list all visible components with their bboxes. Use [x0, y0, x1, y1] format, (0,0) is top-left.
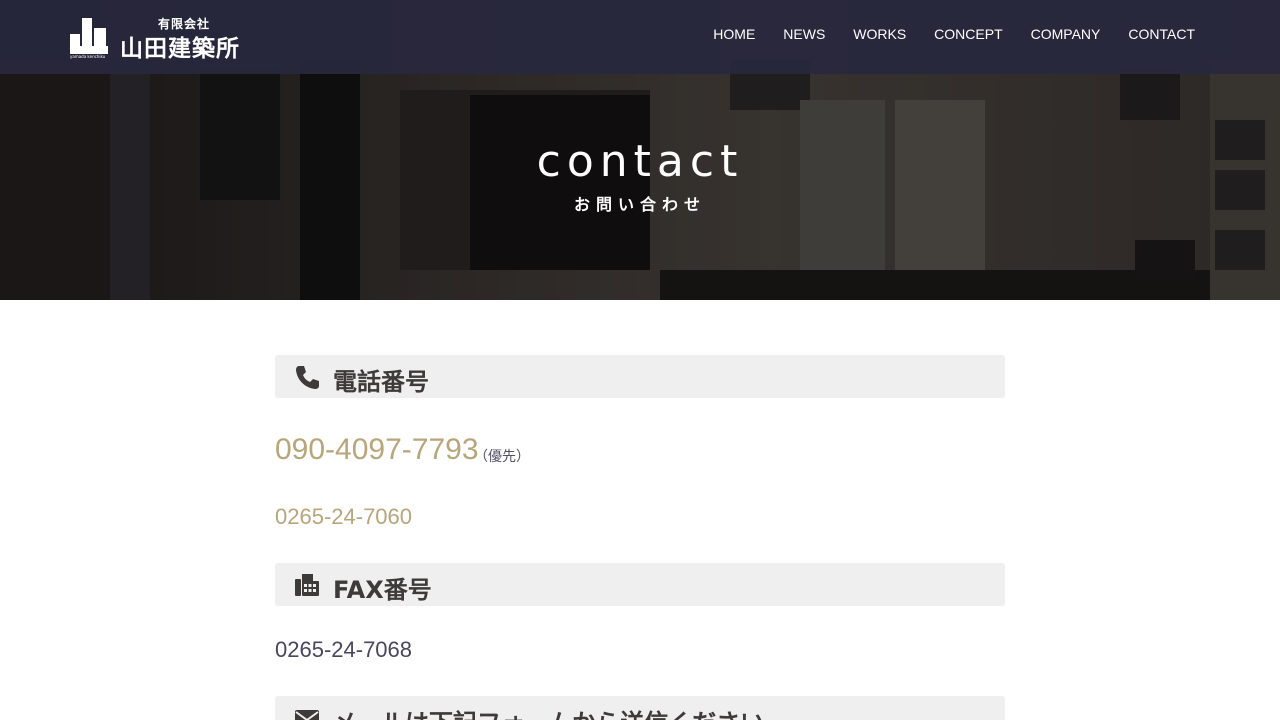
logo-company-name: 山田建築所	[120, 36, 240, 62]
logo-romaji: yamada kenchiku	[70, 54, 106, 59]
nav-concept[interactable]: CONCEPT	[934, 26, 1002, 42]
mail-section-header: メールは下記フォームから送信ください	[275, 696, 1005, 720]
envelope-icon	[295, 710, 319, 720]
page-subtitle: お問い合わせ	[573, 195, 706, 214]
fax-section-title: FAX番号	[333, 576, 432, 604]
phone-section-header: 電話番号	[275, 355, 1005, 398]
main-nav: HOME NEWS WORKS CONCEPT COMPANY CONTACT	[685, 26, 1195, 42]
fax-icon	[295, 574, 319, 596]
page-title: contact	[536, 136, 744, 187]
nav-home[interactable]: HOME	[713, 26, 755, 42]
fax-section-header: FAX番号	[275, 563, 1005, 606]
mail-section-title: メールは下記フォームから送信ください	[333, 703, 764, 720]
nav-contact[interactable]: CONTACT	[1128, 26, 1195, 42]
phone-secondary-link[interactable]: 0265-24-7060	[275, 504, 412, 530]
phone-primary-link[interactable]: 090-4097-7793	[275, 433, 479, 467]
logo-building-icon	[70, 18, 108, 54]
phone-primary-note: （優先）	[474, 449, 530, 465]
nav-news[interactable]: NEWS	[783, 26, 825, 42]
phone-section-title: 電話番号	[333, 368, 429, 396]
phone-icon	[296, 366, 319, 389]
site-header: yamada kenchiku 有限会社 山田建築所 HOME NEWS WOR…	[0, 0, 1280, 74]
site-logo[interactable]: yamada kenchiku 有限会社 山田建築所	[70, 14, 270, 62]
fax-number: 0265-24-7068	[275, 637, 413, 662]
nav-works[interactable]: WORKS	[853, 26, 906, 42]
nav-company[interactable]: COMPANY	[1031, 26, 1101, 42]
